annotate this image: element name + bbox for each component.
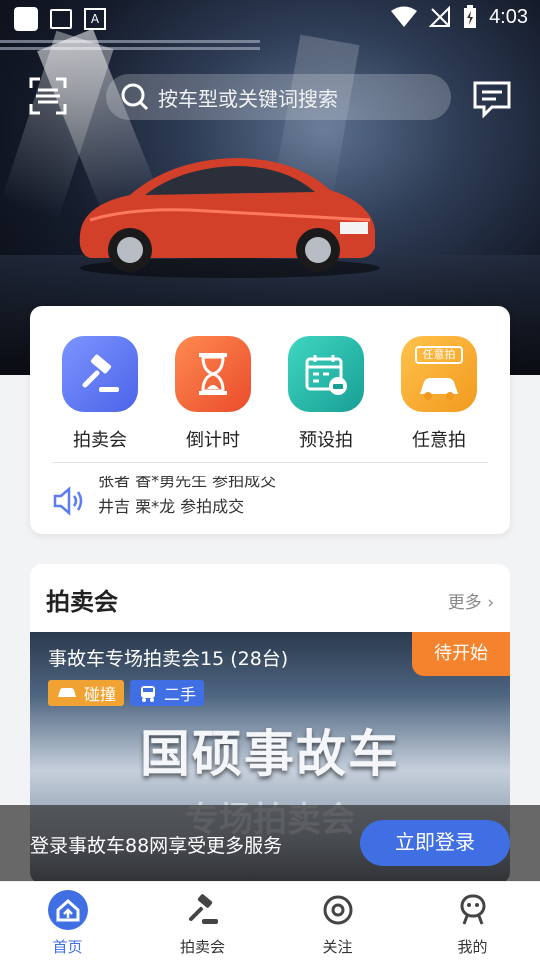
any-bid-badge: 任意拍	[415, 346, 463, 364]
watch-icon	[316, 888, 360, 932]
tab-home[interactable]: 首页	[0, 882, 135, 960]
chevron-right-icon: ›	[487, 593, 494, 613]
tab-mine[interactable]: 我的	[405, 882, 540, 960]
no-signal-icon	[429, 6, 451, 27]
gallery-icon	[50, 9, 72, 29]
notice-ticker[interactable]: 张者 香*勇先生 参拍成交 井吉 栗*龙 参拍成交	[52, 476, 488, 526]
tab-label: 关注	[322, 938, 353, 956]
red-car-illustration	[79, 158, 380, 278]
status-bar: A 4:03	[0, 0, 540, 36]
quick-item-any-bid[interactable]: 任意拍 任意拍	[384, 336, 494, 452]
quick-item-auction[interactable]: 拍卖会	[45, 336, 155, 452]
status-badge: 待开始	[412, 632, 510, 676]
quick-item-label: 拍卖会	[73, 430, 127, 451]
quick-item-label: 任意拍	[412, 430, 466, 451]
notice-line: 张者 香*勇先生 参拍成交	[98, 476, 277, 490]
car-icon	[141, 686, 155, 702]
quick-item-preset[interactable]: 预设拍	[271, 336, 381, 452]
tag-label: 碰撞	[84, 685, 117, 704]
tab-follow[interactable]: 关注	[270, 882, 405, 960]
notice-list: 张者 香*勇先生 参拍成交 井吉 栗*龙 参拍成交	[98, 476, 276, 520]
login-prompt-bar: 登录事故车88网享受更多服务 立即登录	[0, 805, 540, 881]
home-icon	[46, 888, 90, 932]
more-link[interactable]: 更多 ›	[448, 588, 494, 613]
clock: 4:03	[489, 5, 528, 28]
wifi-icon	[391, 6, 418, 27]
calendar-car-icon	[288, 336, 364, 412]
profile-icon	[451, 888, 495, 932]
section-title: 拍卖会	[46, 588, 118, 616]
any-bid-car-icon: 任意拍	[401, 336, 477, 412]
message-icon[interactable]	[472, 80, 512, 118]
quick-item-countdown[interactable]: 倒计时	[158, 336, 268, 452]
font-a-icon: A	[84, 8, 106, 30]
notice-line: 井吉 栗*龙 参拍成交	[98, 497, 245, 516]
speaker-icon	[53, 486, 83, 516]
quick-item-label: 倒计时	[186, 430, 240, 451]
divider	[52, 462, 488, 463]
tag-used: 二手	[130, 680, 205, 706]
notification-icon	[14, 7, 38, 31]
top-bar: 按车型或关键词搜索	[0, 72, 540, 122]
more-label: 更多	[447, 593, 482, 613]
login-prompt-text: 登录事故车88网享受更多服务	[30, 835, 283, 857]
battery-charging-icon	[464, 5, 477, 28]
search-placeholder: 按车型或关键词搜索	[158, 86, 338, 111]
tag-label: 二手	[164, 685, 197, 704]
login-button[interactable]: 立即登录	[360, 820, 510, 866]
gavel-icon	[62, 336, 138, 412]
auction-title: 事故车专场拍卖会15 (28台)	[48, 648, 289, 670]
scan-icon[interactable]	[28, 76, 68, 116]
quick-item-label: 预设拍	[299, 430, 353, 451]
hourglass-icon	[175, 336, 251, 412]
bottom-tab-bar: 首页 拍卖会 关注 我的	[0, 881, 540, 960]
quick-menu-card: 拍卖会 倒计时 预设拍 任意拍 任意拍 张者 香*勇先生 参拍成交 井吉 栗*龙…	[30, 306, 510, 534]
tab-label: 我的	[457, 938, 488, 956]
tab-auction[interactable]: 拍卖会	[135, 882, 270, 960]
tab-label: 拍卖会	[179, 938, 225, 956]
gavel-icon	[181, 888, 225, 932]
car-crash-icon	[58, 688, 76, 697]
search-icon	[121, 83, 149, 111]
search-input[interactable]: 按车型或关键词搜索	[106, 74, 451, 120]
stage-truss	[0, 40, 260, 50]
tab-label: 首页	[52, 938, 83, 956]
banner-headline: 国硕事故车	[140, 725, 400, 783]
tag-collision: 碰撞	[48, 680, 125, 706]
